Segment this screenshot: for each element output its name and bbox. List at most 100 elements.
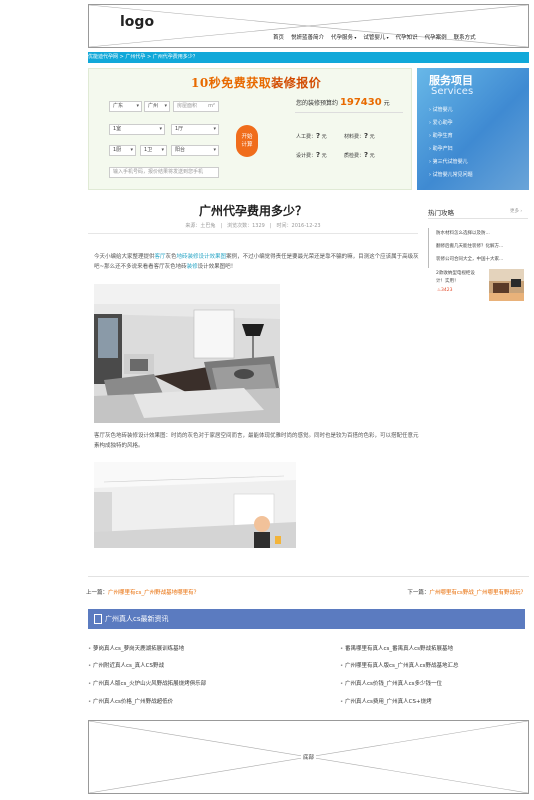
calc-label-2: 计算 <box>241 142 253 148</box>
footer-placeholder: 底部 <box>88 720 529 794</box>
design-cost: 设计费：? 元 <box>296 151 327 159</box>
hot-news-more-link[interactable]: 更多 › <box>510 208 522 214</box>
city-select[interactable]: 广州 <box>144 101 170 112</box>
budget-label: 您的装修预算约 <box>296 100 339 107</box>
service-item[interactable]: 试管婴儿常见问题 <box>429 171 473 178</box>
calculate-button[interactable]: 开始 计算 <box>236 125 258 157</box>
thumbnail-illustration <box>489 269 524 301</box>
news-item[interactable]: 番禺哪里有真人cs_番禺真人cs野战拓展基地 <box>340 644 453 652</box>
photo-illustration <box>94 462 296 548</box>
quote-title: 10秒免费获取装修报价 <box>191 74 321 91</box>
cost-value: ? <box>316 151 321 159</box>
material-cost: 材料费：? 元 <box>344 132 375 140</box>
hot-news-thumbnail[interactable] <box>489 269 524 301</box>
intro-text: 设计效果图吧！ <box>197 264 237 270</box>
divider <box>88 233 418 234</box>
labor-cost: 人工费：? 元 <box>296 132 327 140</box>
nav-item-ivf[interactable]: 试管婴儿 <box>363 33 388 41</box>
intro-link[interactable]: 客厅 <box>155 254 166 260</box>
news-item[interactable]: 广州真人版cs_火炉山火风野战拓展烧烤俱乐部 <box>88 679 206 687</box>
view-count-value: 3423 <box>441 288 453 293</box>
halls-select[interactable]: 1厅 <box>171 124 219 135</box>
nav-item-home[interactable]: 首页 <box>273 33 284 41</box>
services-subtitle: Services <box>431 86 474 97</box>
news-section-header: 广州真人cs最新资讯 <box>88 609 525 629</box>
baths-select[interactable]: 1卫 <box>140 145 167 156</box>
quote-form: 10秒免费获取装修报价 广东 广州 房屋面积 m² 1室 1厅 1厨 1卫 阳台… <box>88 68 412 190</box>
intro-link[interactable]: 装修 <box>187 264 198 270</box>
cost-unit: 元 <box>369 134 375 140</box>
living-room-photo <box>94 284 280 423</box>
news-section-title: 广州真人cs最新资讯 <box>105 615 169 623</box>
header-placeholder: logo 首页 悦妍蓝善简介 代孕服务 试管婴儿 代孕知识 代孕案例 联系方式 <box>88 4 529 48</box>
cost-value: ? <box>316 132 321 140</box>
calc-label-1: 开始 <box>241 134 253 140</box>
main-nav: 首页 悦妍蓝善简介 代孕服务 试管婴儿 代孕知识 代孕案例 联系方式 <box>273 33 483 41</box>
cost-label: 人工费： <box>296 134 317 140</box>
room-photo-2 <box>94 462 296 548</box>
news-item[interactable]: 广州真人cs费用_广州真人CS+烧烤 <box>340 697 432 705</box>
logo[interactable]: logo <box>120 14 154 30</box>
hot-news-item[interactable]: 2款收纳型电视柜设 <box>436 270 475 276</box>
cost-unit: 元 <box>321 134 327 140</box>
news-item[interactable]: 萝岗真人cs_萝岗天鹿湖拓展训练基地 <box>88 644 184 652</box>
nav-item-services[interactable]: 代孕服务 <box>331 33 356 41</box>
service-item[interactable]: 试管婴儿 <box>429 106 453 113</box>
cost-label: 材料费： <box>344 134 365 140</box>
article-caption: 客厅灰色地砖装修设计效果图：时尚的灰色对于家居空间而言，最能体现优雅时尚的感觉。… <box>94 433 419 449</box>
service-item[interactable]: 助孕产妇 <box>429 145 453 152</box>
hot-news-item[interactable]: 防水材料怎么选择以及防... <box>436 230 490 236</box>
photo-illustration <box>94 284 280 423</box>
intro-link[interactable]: 地砖装修设计效果图 <box>177 254 227 260</box>
news-item[interactable]: 广州哪里有真人版cs_广州真人cs野战基地汇总 <box>340 661 459 669</box>
cost-unit: 元 <box>369 153 375 159</box>
budget-unit: 元 <box>383 100 390 107</box>
nav-item-about[interactable]: 悦妍蓝善简介 <box>291 33 324 41</box>
next-label: 下一篇： <box>407 590 430 596</box>
hot-news-marker <box>428 228 429 268</box>
hot-news-item[interactable]: 计！实用！ <box>436 278 459 284</box>
quote-title-highlight: 装修报价 <box>271 76 322 90</box>
previous-article-link[interactable]: 广州哪里有cs_广州野战基地哪里有？ <box>108 590 199 596</box>
inspection-cost: 质检费：? 元 <box>344 151 375 159</box>
hot-news-item[interactable]: 装修公司合同大全，中国十大家... <box>436 256 503 262</box>
divider <box>295 112 403 113</box>
cost-label: 质检费： <box>344 153 365 159</box>
services-panel: 服务项目 Services 试管婴儿 爱心助孕 助孕生育 助孕产妇 第三代试管婴… <box>417 68 529 190</box>
phone-input[interactable]: 输入手机号码，报价结果将发送到您手机 <box>109 167 219 178</box>
kitchens-select[interactable]: 1厨 <box>109 145 136 156</box>
article-meta: 来源：土巴兔 | 浏览次数：1329 | 时间：2016-12-23 <box>185 223 321 229</box>
next-article: 下一篇：广州哪里有cs野战_广州哪里有野战玩？ <box>407 588 526 596</box>
rooms-select[interactable]: 1室 <box>109 124 165 135</box>
next-article-link[interactable]: 广州哪里有cs野战_广州哪里有野战玩？ <box>429 590 526 596</box>
news-item[interactable]: 广州附近真人cs_真人CS野战 <box>88 661 164 669</box>
quote-title-plain: 10秒免费获取 <box>191 76 272 90</box>
breadcrumb[interactable]: 优能迪代孕网 > 广州代孕 > 广州代孕费用多少？ <box>88 52 529 63</box>
area-input[interactable]: 房屋面积 m² <box>173 101 219 112</box>
news-item[interactable]: 广州真人cs价钱_广州真人cs多少钱一位 <box>340 679 442 687</box>
hot-news-item[interactable]: 翻修后搬几天能住装修？化解方... <box>436 243 503 249</box>
nav-item-cases[interactable]: 代孕案例 <box>425 33 447 41</box>
area-unit: m² <box>208 103 215 109</box>
service-item[interactable]: 第三代试管婴儿 <box>429 158 468 165</box>
nav-item-knowledge[interactable]: 代孕知识 <box>396 33 418 41</box>
intro-text: 灰色 <box>165 254 177 260</box>
service-item[interactable]: 爱心助孕 <box>429 119 453 126</box>
hot-news-title: 热门攻略 <box>428 209 454 217</box>
divider <box>88 576 529 577</box>
news-item[interactable]: 广州真人cs价格_广州野战超低价 <box>88 697 173 705</box>
service-item[interactable]: 助孕生育 <box>429 132 453 139</box>
document-icon <box>94 614 102 624</box>
article-title: 广州代孕费用多少？ <box>198 204 307 218</box>
previous-article: 上一篇：广州哪里有cs_广州野战基地哪里有？ <box>86 588 199 596</box>
area-placeholder: 房屋面积 <box>177 103 198 109</box>
view-count: ♨3423 <box>437 288 453 293</box>
nav-item-contact[interactable]: 联系方式 <box>454 33 476 41</box>
footer-label: 底部 <box>301 753 317 761</box>
balcony-select[interactable]: 阳台 <box>171 145 219 156</box>
intro-text: 今天小编给大家整理提供 <box>94 254 155 260</box>
cost-label: 设计费： <box>296 153 317 159</box>
cost-value: ? <box>364 132 369 140</box>
province-select[interactable]: 广东 <box>109 101 142 112</box>
previous-label: 上一篇： <box>86 590 109 596</box>
